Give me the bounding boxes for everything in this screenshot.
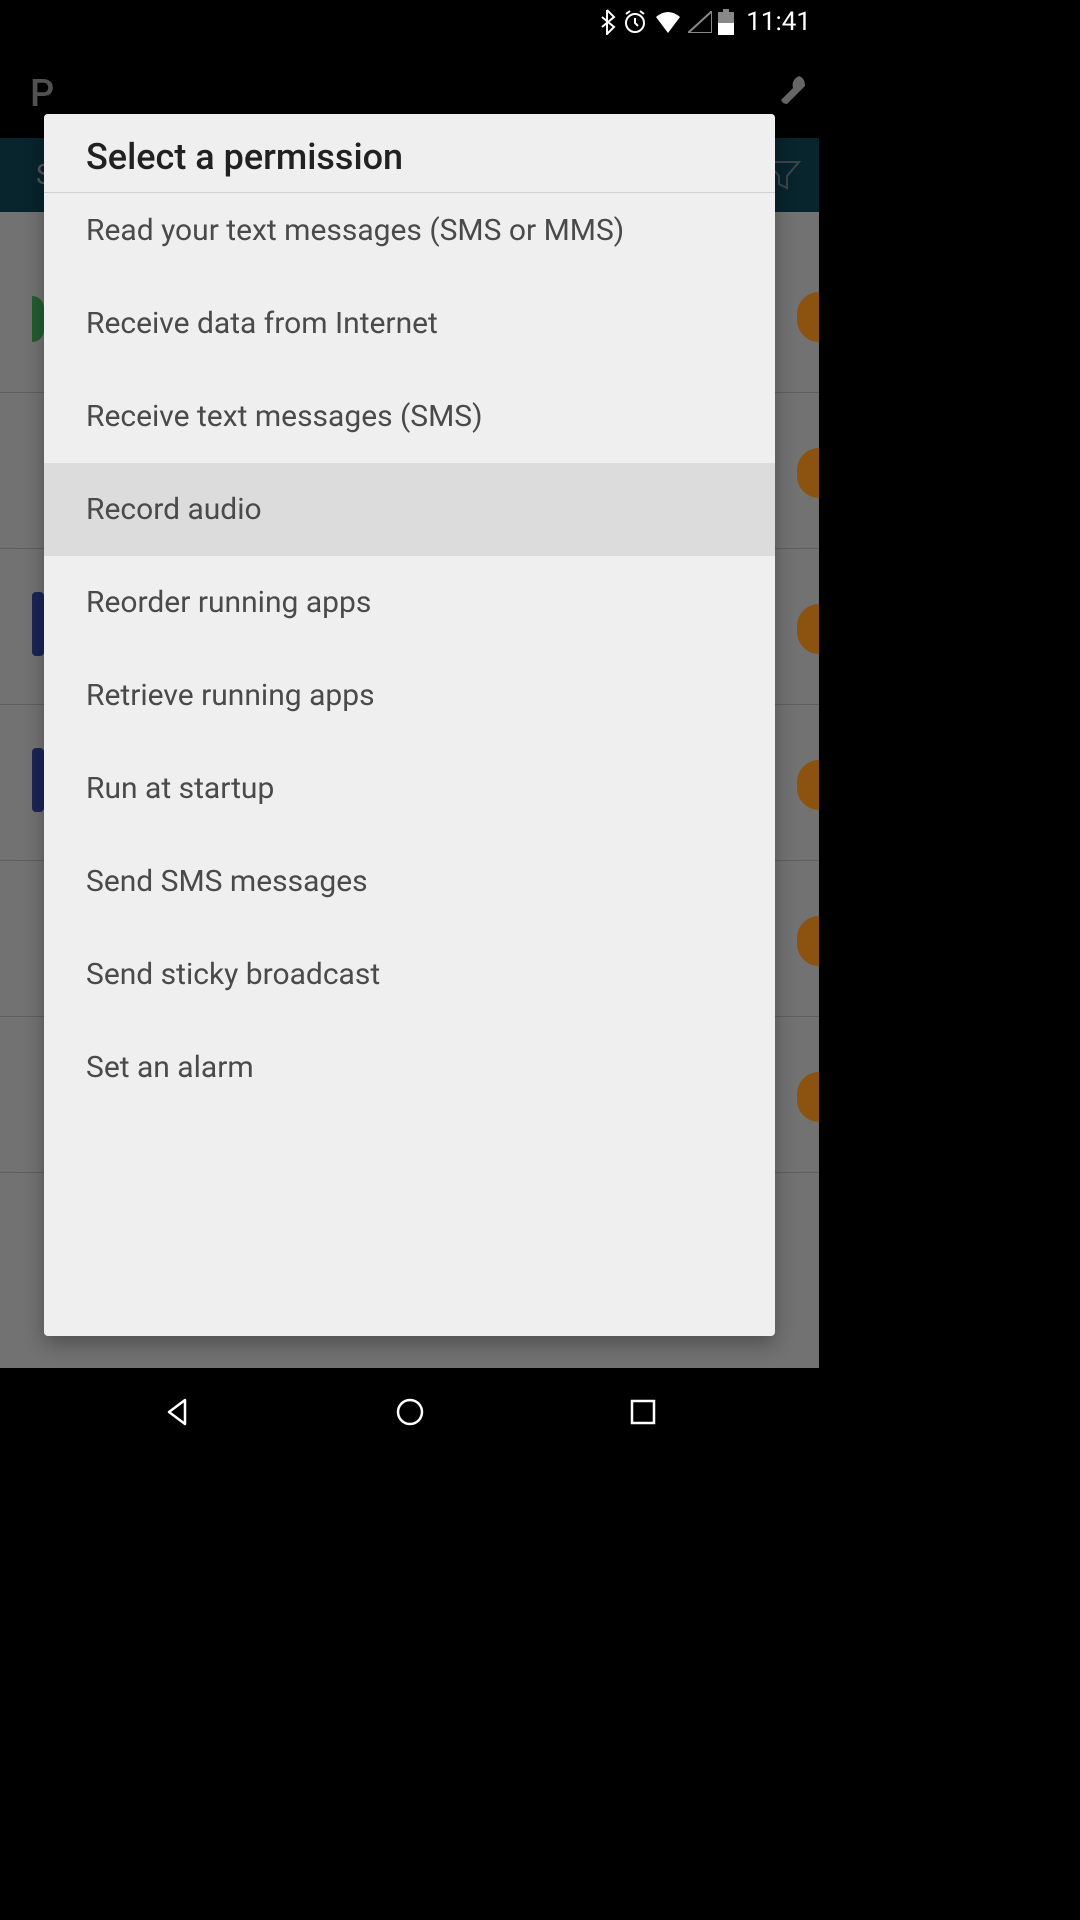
status-bar: 11:41 bbox=[0, 0, 819, 44]
status-time: 11:41 bbox=[746, 7, 811, 37]
home-button[interactable] bbox=[380, 1382, 440, 1442]
list-item-receive-sms[interactable]: Receive text messages (SMS) bbox=[44, 370, 775, 463]
list-item-record-audio[interactable]: Record audio bbox=[44, 463, 775, 556]
list-item-read-sms[interactable]: Read your text messages (SMS or MMS) bbox=[44, 193, 775, 277]
wifi-icon bbox=[654, 11, 682, 33]
list-item-retrieve-apps[interactable]: Retrieve running apps bbox=[44, 649, 775, 742]
status-icons: 11:41 bbox=[598, 7, 811, 37]
list-item-run-startup[interactable]: Run at startup bbox=[44, 742, 775, 835]
list-item-set-alarm[interactable]: Set an alarm bbox=[44, 1021, 775, 1114]
back-button[interactable] bbox=[147, 1382, 207, 1442]
dialog-title: Select a permission bbox=[86, 136, 733, 178]
list-item-send-sms[interactable]: Send SMS messages bbox=[44, 835, 775, 928]
dialog-header: Select a permission bbox=[44, 114, 775, 193]
dialog-scrim[interactable]: Select a permission y Read your text mes… bbox=[0, 44, 819, 1368]
permission-dialog: Select a permission y Read your text mes… bbox=[44, 114, 775, 1336]
list-item-sticky-broadcast[interactable]: Send sticky broadcast bbox=[44, 928, 775, 1021]
list-item-reorder-apps[interactable]: Reorder running apps bbox=[44, 556, 775, 649]
bluetooth-icon bbox=[598, 9, 616, 35]
dialog-list[interactable]: y Read your text messages (SMS or MMS) R… bbox=[44, 193, 775, 1336]
alarm-icon bbox=[622, 9, 648, 35]
cell-signal-icon bbox=[688, 11, 712, 33]
list-item-receive-data[interactable]: Receive data from Internet bbox=[44, 277, 775, 370]
battery-icon bbox=[718, 9, 734, 35]
nav-bar bbox=[0, 1368, 819, 1456]
recent-apps-button[interactable] bbox=[613, 1382, 673, 1442]
